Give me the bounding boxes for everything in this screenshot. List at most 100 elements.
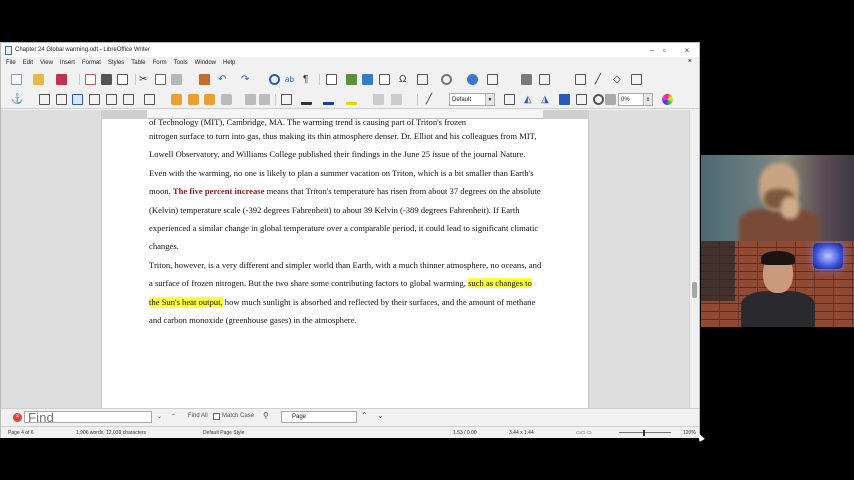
anchor-icon[interactable]: ⚓ xyxy=(11,94,23,105)
cut-icon[interactable]: ✂ xyxy=(139,74,150,85)
document-body[interactable]: of Technology (MIT), Cambridge, MA. The … xyxy=(149,118,543,329)
menu-file[interactable]: File xyxy=(6,60,16,66)
save-icon[interactable] xyxy=(56,74,67,85)
to-background-icon[interactable] xyxy=(259,94,270,105)
border-color-icon[interactable] xyxy=(323,94,334,105)
to-foreground-icon[interactable] xyxy=(245,94,256,105)
wrap-off-icon[interactable] xyxy=(39,94,50,105)
color-icon[interactable] xyxy=(662,94,673,105)
menu-styles[interactable]: Styles xyxy=(108,60,124,66)
zoom-slider-handle[interactable] xyxy=(643,430,645,436)
insert-line-icon[interactable]: ╱ xyxy=(595,74,606,85)
scrollbar-thumb[interactable] xyxy=(692,282,697,298)
paragraph-2: Even with the warming, no one is likely … xyxy=(149,164,543,256)
new-document-icon[interactable] xyxy=(11,74,22,85)
draw-functions-icon[interactable] xyxy=(631,74,642,85)
view-layout-icon[interactable]: ▭▭ ▭ xyxy=(576,430,592,436)
match-case-checkbox[interactable] xyxy=(213,413,220,420)
insert-footnote-icon[interactable] xyxy=(487,74,498,85)
menu-tools[interactable]: Tools xyxy=(174,60,188,66)
borders-icon[interactable] xyxy=(281,94,292,105)
find-replace-icon[interactable]: ⚲ xyxy=(263,411,269,420)
search-scope-select[interactable]: Page xyxy=(281,411,357,423)
export-pdf-icon[interactable] xyxy=(85,74,96,85)
menu-format[interactable]: Format xyxy=(82,60,101,66)
paragraph-style-select[interactable]: Default ▼ xyxy=(449,93,495,106)
close-document-icon[interactable]: × xyxy=(688,58,692,65)
shadow-icon[interactable] xyxy=(373,94,384,105)
page-style[interactable]: Default Page Style xyxy=(203,430,244,436)
clone-formatting-icon[interactable] xyxy=(199,74,210,85)
insert-comment-icon[interactable] xyxy=(521,74,532,85)
standard-toolbar: ✂ ↶ ↷ ab ¶ Ω ╱ ◇ xyxy=(1,70,699,89)
insert-textbox-icon[interactable] xyxy=(379,74,390,85)
insert-page-break-icon[interactable] xyxy=(575,74,586,85)
copy-icon[interactable] xyxy=(155,74,166,85)
menu-form[interactable]: Form xyxy=(153,60,167,66)
flip-vertical-icon[interactable]: ◭ xyxy=(524,94,535,105)
maximize-button[interactable]: ▫ xyxy=(653,43,675,57)
spelling-icon[interactable]: ab xyxy=(285,74,296,85)
wrap-left-icon[interactable] xyxy=(89,94,100,105)
image-filter-icon[interactable] xyxy=(593,94,604,105)
find-replace-icon[interactable] xyxy=(269,74,280,85)
redo-icon[interactable]: ↷ xyxy=(241,74,252,85)
track-changes-icon[interactable] xyxy=(539,74,550,85)
image-mode-icon[interactable] xyxy=(605,94,616,105)
paragraph-1: nitrogen surface to turn into gas, thus … xyxy=(149,131,537,160)
find-previous-icon[interactable]: ⌄ xyxy=(157,413,162,420)
menu-edit[interactable]: Edit xyxy=(23,60,33,66)
menu-insert[interactable]: Insert xyxy=(60,60,75,66)
find-input[interactable] xyxy=(24,411,152,423)
rotate-icon[interactable] xyxy=(559,94,570,105)
bring-to-front-icon[interactable] xyxy=(171,94,182,105)
send-to-back-icon[interactable] xyxy=(221,94,232,105)
insert-chart-icon[interactable] xyxy=(362,74,373,85)
print-icon[interactable] xyxy=(101,74,112,85)
wrap-through-icon[interactable] xyxy=(123,94,134,105)
insert-field-icon[interactable] xyxy=(417,74,428,85)
menu-help[interactable]: Help xyxy=(223,60,235,66)
image-properties-icon[interactable] xyxy=(576,94,587,105)
find-next-icon[interactable]: ⌃ xyxy=(171,413,176,420)
area-fill-icon[interactable] xyxy=(346,94,357,105)
document-page[interactable]: of Technology (MIT), Cambridge, MA. The … xyxy=(101,118,589,408)
align-objects-icon[interactable] xyxy=(144,94,155,105)
find-all-button[interactable]: Find All xyxy=(188,413,208,419)
page-wrap-icon[interactable] xyxy=(56,94,67,105)
page-count[interactable]: Page 4 of 6 xyxy=(8,430,34,436)
zoom-level[interactable]: 120% xyxy=(683,430,696,436)
border-style-icon[interactable] xyxy=(301,94,312,105)
open-folder-icon[interactable] xyxy=(33,74,44,85)
insert-table-icon[interactable] xyxy=(326,74,337,85)
menu-window[interactable]: Window xyxy=(195,60,216,66)
bring-forward-icon[interactable] xyxy=(188,94,199,105)
text-box-icon[interactable] xyxy=(504,94,515,105)
menu-table[interactable]: Table xyxy=(131,60,145,66)
flip-horizontal-icon[interactable]: ◮ xyxy=(541,94,552,105)
word-count[interactable]: 1,906 words, 12,039 characters xyxy=(76,430,146,436)
insert-special-char-icon[interactable]: Ω xyxy=(399,74,410,85)
vertical-scrollbar[interactable] xyxy=(689,110,699,408)
zoom-slider[interactable] xyxy=(619,432,671,433)
scope-up-icon[interactable]: ⌃ xyxy=(361,411,368,420)
transparency-spinner[interactable]: 0% ⇕ xyxy=(618,93,653,106)
send-backward-icon[interactable] xyxy=(204,94,215,105)
wrap-right-icon[interactable] xyxy=(106,94,117,105)
scope-down-icon[interactable]: ⌄ xyxy=(377,411,384,420)
navigator-icon[interactable] xyxy=(467,74,478,85)
insert-image-icon[interactable] xyxy=(346,74,357,85)
close-window-button[interactable]: × xyxy=(676,43,698,57)
paste-icon[interactable] xyxy=(171,74,182,85)
crop-icon[interactable] xyxy=(391,94,402,105)
formatting-marks-icon[interactable]: ¶ xyxy=(303,74,314,85)
close-find-icon[interactable]: × xyxy=(13,413,22,422)
insert-hyperlink-icon[interactable] xyxy=(441,74,452,85)
line-tool-icon[interactable]: ╱ xyxy=(426,94,437,105)
undo-icon[interactable]: ↶ xyxy=(218,74,229,85)
menu-view[interactable]: View xyxy=(40,60,53,66)
menu-bar: File Edit View Insert Format Styles Tabl… xyxy=(1,57,699,69)
optimal-wrap-icon[interactable] xyxy=(72,94,83,105)
basic-shapes-icon[interactable]: ◇ xyxy=(613,74,624,85)
print-preview-icon[interactable] xyxy=(117,74,128,85)
